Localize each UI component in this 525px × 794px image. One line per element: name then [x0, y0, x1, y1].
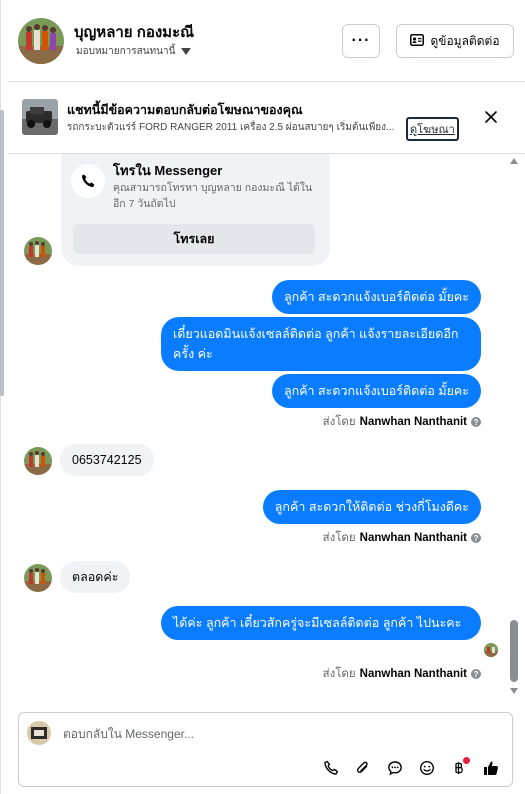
conversation-header: บุญหลาย กองมะณี มอบหมายการสนทนานี้ ··· ด…	[8, 0, 525, 82]
scrollbar-thumb[interactable]	[510, 620, 518, 682]
message-scrollbar[interactable]	[509, 154, 519, 700]
reply-composer	[18, 712, 513, 787]
sent-by-label: ส่งโดย Nanwhan Nanthanit ?	[323, 529, 481, 547]
page-avatar	[27, 721, 51, 745]
outgoing-message[interactable]: ได้ค่ะ ลูกค้า เดี๋ยวสักครู่จะมีเซลล์ติดต…	[161, 606, 481, 640]
reply-input[interactable]	[63, 725, 463, 743]
contact-avatar-small	[24, 447, 52, 475]
call-card-title: โทรใน Messenger	[113, 163, 223, 178]
outgoing-message[interactable]: ลูกค้า สะดวกให้ติดต่อ ช่วงกี่โมงดีคะ	[262, 490, 481, 524]
sender-name: Nanwhan Nanthanit	[359, 416, 467, 428]
sent-by-prefix: ส่งโดย	[322, 532, 356, 544]
thumbs-up-icon[interactable]	[480, 757, 502, 779]
ad-reply-banner: แชทนี้มีข้อความตอบกลับต่อโฆษณาของคุณ รถก…	[8, 82, 525, 154]
sent-by-label: ส่งโดย Nanwhan Nanthanit ?	[323, 665, 481, 683]
outgoing-message[interactable]: เดี๋ยวแอดมินแจ้งเซลล์ติดต่อ ลูกค้า แจ้งร…	[161, 317, 481, 371]
incoming-message[interactable]: 0653742125	[60, 444, 154, 476]
seen-avatar	[484, 643, 498, 657]
close-icon[interactable]	[482, 108, 500, 126]
contact-info-label: ดูข้อมูลติดต่อ	[430, 33, 500, 48]
phone-icon	[71, 164, 105, 198]
message-thread[interactable]: โทรใน Messenger คุณสามารถโทรหา บุญหลาย ก…	[8, 154, 525, 700]
assign-label: มอบหมายการสนทนานี้	[76, 46, 176, 57]
contact-avatar-small	[24, 237, 52, 265]
contact-avatar[interactable]	[18, 18, 64, 64]
composer-toolbar	[320, 757, 502, 779]
see-ad-link[interactable]: ดูโฆษณา	[406, 117, 459, 141]
baht-payment-icon[interactable]	[448, 757, 470, 779]
incoming-message[interactable]: ตลอดค่ะ	[60, 561, 131, 593]
assign-conversation-dropdown[interactable]: มอบหมายการสนทนานี้	[76, 44, 192, 59]
scroll-up-arrow-icon[interactable]	[510, 158, 518, 164]
emoji-icon[interactable]	[416, 757, 438, 779]
paperclip-icon[interactable]	[352, 757, 374, 779]
more-options-button[interactable]: ···	[342, 24, 380, 58]
scroll-down-arrow-icon[interactable]	[510, 688, 518, 694]
contact-name[interactable]: บุญหลาย กองมะณี	[74, 20, 194, 44]
phone-icon[interactable]	[320, 757, 342, 779]
ad-banner-title: แชทนี้มีข้อความตอบกลับต่อโฆษณาของคุณ	[67, 103, 303, 117]
sent-by-label: ส่งโดย Nanwhan Nanthanit ?	[323, 413, 481, 431]
notification-dot	[463, 757, 470, 764]
call-card-text: คุณสามารถโทรหา บุญหลาย กองมะณี ได้ในอีก …	[113, 182, 313, 210]
info-icon[interactable]: ?	[471, 669, 481, 679]
left-scroll-indicator[interactable]	[0, 110, 4, 396]
ad-banner-description: รถกระบะตัวแร่ร์ FORD RANGER 2011 เครื่อง…	[67, 122, 395, 133]
contact-avatar-small	[24, 564, 52, 592]
saved-reply-icon[interactable]	[384, 757, 406, 779]
sent-by-prefix: ส่งโดย	[322, 668, 356, 680]
info-icon[interactable]: ?	[471, 533, 481, 543]
info-icon[interactable]: ?	[471, 417, 481, 427]
contact-card-icon	[410, 33, 425, 49]
ad-thumbnail	[22, 99, 58, 135]
view-contact-info-button[interactable]: ดูข้อมูลติดต่อ	[396, 24, 514, 58]
sender-name: Nanwhan Nanthanit	[359, 532, 467, 544]
outgoing-message[interactable]: ลูกค้า สะดวกแจ้งเบอร์ติดต่อ มั้ยคะ	[271, 280, 481, 314]
sent-by-prefix: ส่งโดย	[322, 416, 356, 428]
messenger-call-card: โทรใน Messenger คุณสามารถโทรหา บุญหลาย ก…	[61, 154, 330, 266]
chevron-down-icon	[181, 48, 192, 55]
sender-name: Nanwhan Nanthanit	[359, 668, 467, 680]
call-now-button[interactable]: โทรเลย	[73, 224, 315, 254]
outgoing-message[interactable]: ลูกค้า สะดวกแจ้งเบอร์ติดต่อ มั้ยคะ	[271, 374, 481, 408]
